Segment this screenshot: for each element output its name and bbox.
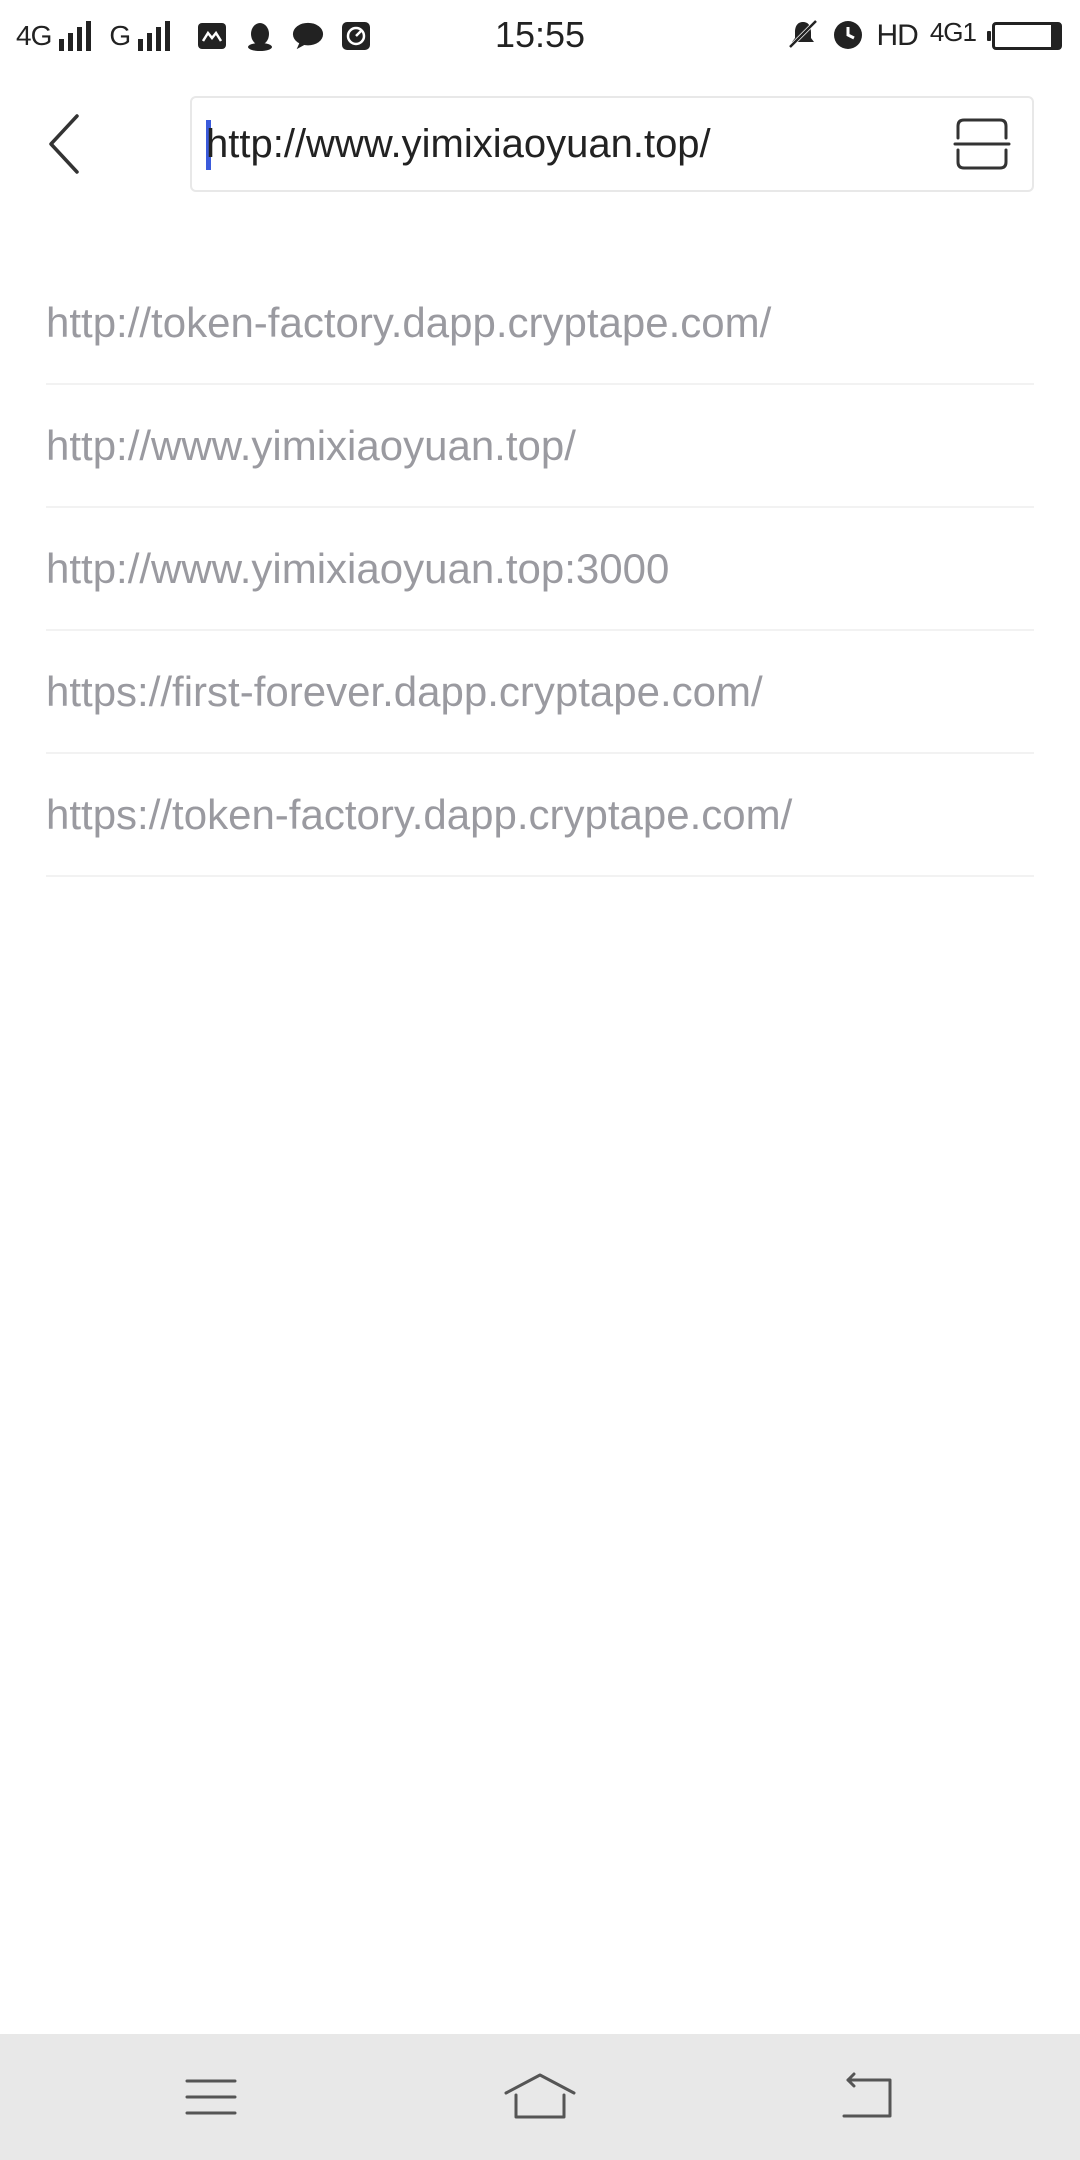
alarm-icon — [831, 17, 865, 56]
url-toolbar: http://www.yimixiaoyuan.top/ — [0, 84, 1080, 204]
status-right-group: HD 4G1 — [787, 14, 1062, 58]
suggestion-item[interactable]: http://www.yimixiaoyuan.top:3000 — [46, 508, 1034, 631]
browser-url-screen: 4G G 15:55 HD 4G1 http://www.yimixiaoyua… — [0, 0, 1080, 2160]
mute-icon — [787, 18, 819, 55]
suggestion-url: http://www.yimixiaoyuan.top:3000 — [46, 544, 670, 592]
suggestion-item[interactable]: https://first-forever.dapp.cryptape.com/ — [46, 631, 1034, 754]
system-nav-bar — [0, 2034, 1080, 2160]
home-icon — [504, 2073, 576, 2119]
hd-label: HD — [876, 19, 919, 52]
suggestion-item[interactable]: http://www.yimixiaoyuan.top/ — [46, 385, 1034, 508]
status-bar: 4G G 15:55 HD 4G1 — [0, 0, 1080, 74]
url-field-container[interactable]: http://www.yimixiaoyuan.top/ — [190, 96, 1034, 192]
menu-icon — [185, 2079, 237, 2115]
back-icon — [842, 2072, 892, 2118]
suggestion-url: https://token-factory.dapp.cryptape.com/ — [46, 790, 793, 838]
suggestion-item[interactable]: http://token-factory.dapp.cryptape.com/ — [46, 262, 1034, 385]
back-button[interactable] — [30, 106, 100, 182]
suggestion-url: http://www.yimixiaoyuan.top/ — [46, 421, 576, 469]
back-nav-button[interactable] — [823, 2052, 913, 2142]
scan-icon — [953, 118, 1011, 170]
home-button[interactable] — [495, 2052, 585, 2142]
suggestion-url: http://token-factory.dapp.cryptape.com/ — [46, 298, 772, 346]
chevron-left-icon — [49, 114, 79, 174]
network-type-right: 4G1 — [929, 16, 977, 47]
menu-button[interactable] — [166, 2052, 256, 2142]
url-input[interactable]: http://www.yimixiaoyuan.top/ — [206, 98, 906, 190]
suggestion-url: https://first-forever.dapp.cryptape.com/ — [46, 667, 763, 715]
url-suggestion-list: http://token-factory.dapp.cryptape.com/ … — [46, 262, 1034, 877]
suggestion-item[interactable]: https://token-factory.dapp.cryptape.com/ — [46, 754, 1034, 877]
scan-button[interactable] — [952, 114, 1012, 174]
battery-icon — [987, 22, 1062, 50]
